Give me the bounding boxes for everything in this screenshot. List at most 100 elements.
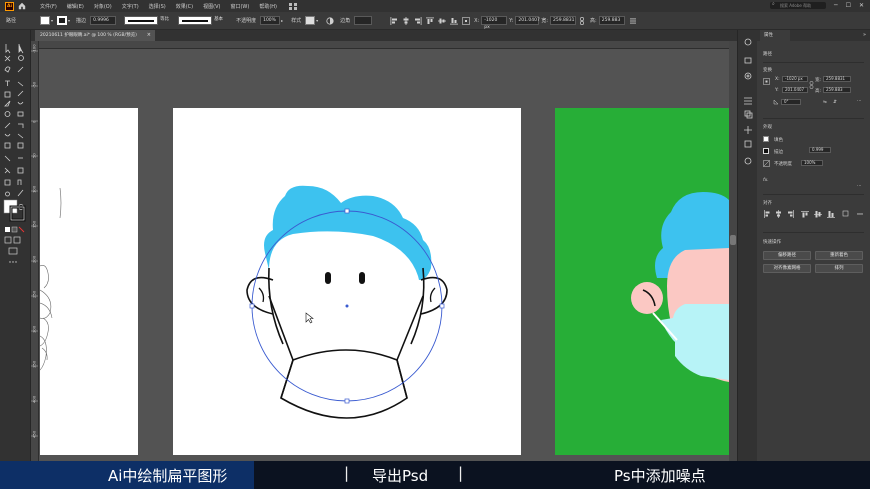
minimize-button[interactable]: ─ (834, 2, 838, 9)
rotate-input[interactable]: 0° (781, 99, 801, 105)
opacity-label: 不透明度 (236, 18, 257, 24)
fx-button[interactable]: fx. (763, 178, 769, 183)
properties-panel-header: 属性 » (757, 30, 870, 41)
link-icon[interactable] (578, 16, 586, 25)
ruler-label: -100 (32, 44, 37, 53)
graphic-style-swatch[interactable] (305, 16, 316, 25)
h-field[interactable]: 259.883 (598, 16, 625, 25)
ruler-label: 100 (32, 185, 37, 193)
menu-help[interactable]: 帮助(H) (259, 3, 277, 10)
workspace-grid-icon[interactable] (289, 2, 297, 10)
document-tab[interactable]: 20210611 护眼眼睛.ai* @ 100 % (RGB/预览) × (35, 30, 155, 41)
subtitle-step-2: 导出Psd (372, 467, 429, 485)
recolor-icon[interactable] (326, 16, 334, 25)
artboard-center[interactable] (173, 108, 521, 455)
stroke-weight-field[interactable]: 0.9996 (90, 16, 117, 25)
fill-swatch[interactable] (763, 136, 769, 142)
reference-point-icon[interactable] (763, 78, 770, 85)
rotate-icon (773, 99, 779, 105)
vertical-scrollbar[interactable] (729, 41, 737, 461)
stroke-profile-sample[interactable] (124, 16, 159, 25)
brush-definition-sample[interactable] (178, 16, 213, 25)
x-label: X: (775, 77, 780, 82)
ruler-label: -1450 (83, 49, 95, 50)
artboard-left[interactable] (40, 108, 138, 455)
constrain-link-icon[interactable] (809, 81, 814, 89)
stroke-style-2[interactable]: 基本 (212, 16, 227, 25)
scrollbar-thumb[interactable] (730, 235, 736, 245)
more-options-icon[interactable]: ⋯ (857, 184, 862, 189)
more-options-icon[interactable]: ⋯ (857, 99, 862, 104)
fill-swatch[interactable] (40, 16, 51, 25)
corner-field[interactable] (354, 16, 373, 25)
x-field[interactable]: -1020 px (481, 16, 508, 30)
offset-path-button[interactable]: 偏移路径 (763, 251, 811, 260)
arrange-button[interactable]: 排列 (815, 264, 863, 273)
colored-boy-illustration (631, 192, 729, 382)
align-pixel-grid-button[interactable]: 对齐像素网格 (763, 264, 811, 273)
ruler-label: -1050 (390, 49, 402, 50)
ruler-label: -750 (620, 49, 630, 50)
menubar-right: 搜索 Adobe 帮助 ─ ☐ ✕ (769, 1, 864, 9)
menu-lines-icon[interactable] (629, 17, 637, 25)
right-eye (359, 272, 365, 284)
menu-bar: Ai 文件(F) 编辑(E) 对象(O) 文字(T) 选择(S) 效果(C) 视… (0, 0, 870, 12)
align-right-icon[interactable] (414, 16, 422, 25)
stroke-style-1[interactable]: 等比 (158, 16, 173, 25)
x-input[interactable]: -1020 px (782, 76, 808, 82)
menu-effect[interactable]: 效果(C) (176, 3, 193, 10)
h-input[interactable]: 259.883 (823, 87, 851, 93)
menu-select[interactable]: 选择(S) (149, 3, 166, 10)
vertical-ruler[interactable]: -100 -50 0 50 100 150 200 250 300 350 400 450 (31, 41, 39, 461)
w-input[interactable]: 259.8831 (823, 76, 851, 82)
align-left-icon[interactable] (390, 16, 398, 25)
panel-icons[interactable] (738, 30, 758, 461)
ruler-label: -1250 (236, 49, 248, 50)
w-field[interactable]: 259.8831 (550, 16, 577, 25)
transform-reference-icon[interactable] (462, 16, 470, 25)
maximize-button[interactable]: ☐ (846, 2, 851, 9)
menu-window[interactable]: 窗口(W) (230, 3, 249, 10)
ruler-label: -900 (505, 49, 515, 50)
y-field[interactable]: 201.0407 (515, 16, 540, 25)
tab-close-icon[interactable]: × (147, 30, 151, 41)
menu-file[interactable]: 文件(F) (40, 3, 57, 10)
stroke-weight-input[interactable]: 0.999 (809, 147, 831, 153)
properties-tab[interactable]: 属性 (760, 30, 790, 41)
subtitle-step-3: Ps中添加噪点 (614, 467, 706, 485)
stroke-swatch[interactable] (57, 16, 68, 25)
menu-object[interactable]: 对象(O) (94, 3, 112, 10)
align-buttons[interactable] (763, 210, 867, 220)
ruler-label: 50 (32, 153, 37, 158)
artboard-right[interactable] (555, 108, 729, 455)
divider (763, 118, 864, 119)
menu-type[interactable]: 文字(T) (122, 3, 139, 10)
home-icon[interactable] (18, 2, 26, 10)
stroke-swatch[interactable] (763, 148, 769, 154)
opacity-field[interactable]: 100% (260, 16, 281, 25)
recolor-button[interactable]: 重新着色 (815, 251, 863, 260)
ruler-label: -650 (696, 49, 706, 50)
document-tab-title: 20210611 护眼眼睛.ai* @ 100 % (RGB/预览) (40, 33, 137, 38)
tools-icons[interactable] (0, 30, 31, 461)
canvas-area[interactable] (40, 50, 729, 461)
close-window-button[interactable]: ✕ (859, 2, 864, 9)
subtitle-separator: | (344, 464, 350, 482)
align-center-icon[interactable] (402, 16, 410, 25)
ruler-label: 450 (32, 430, 37, 438)
panel-collapse-icon[interactable]: » (863, 32, 866, 38)
align-top-icon[interactable] (426, 17, 435, 25)
opacity-input[interactable]: 100% (801, 160, 823, 166)
flat-boy-illustration (246, 185, 448, 419)
align-middle-icon[interactable] (438, 17, 447, 25)
help-search-input[interactable]: 搜索 Adobe 帮助 (769, 1, 826, 9)
menu-edit[interactable]: 编辑(E) (67, 3, 84, 10)
menu-view[interactable]: 视图(V) (203, 3, 220, 10)
y-input[interactable]: 201.0407 (782, 87, 808, 93)
align-bottom-icon[interactable] (450, 17, 459, 25)
ruler-label: 400 (32, 395, 37, 403)
flip-vertical-icon[interactable]: ⇵ (833, 100, 837, 105)
fill-label: 填色 (774, 138, 783, 143)
horizontal-ruler[interactable]: -1500 -1450 -1400 -1350 -1300 -1250 -1200 -1150… (39, 41, 729, 49)
flip-horizontal-icon[interactable]: ⇋ (823, 100, 827, 105)
